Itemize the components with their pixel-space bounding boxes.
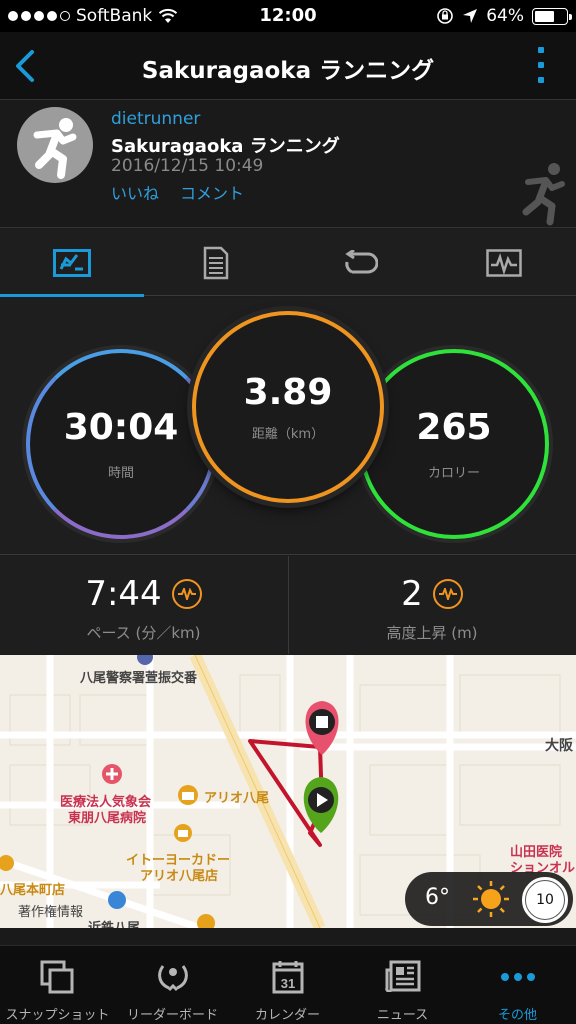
status-bar-right: 64% bbox=[436, 6, 572, 26]
running-activity-icon bbox=[522, 163, 565, 226]
status-bar: SoftBank 12:00 64% bbox=[0, 0, 576, 32]
nav-label-leaderboard: リーダーボード bbox=[126, 1008, 218, 1023]
map-label-police: 八尾警察署萱振交番 bbox=[80, 671, 198, 686]
distance-label: 距離（km） bbox=[251, 427, 325, 442]
elevation-value: 2 bbox=[401, 574, 423, 614]
comment-link[interactable]: コメント bbox=[180, 180, 244, 204]
document-icon bbox=[203, 246, 229, 279]
temperature: 6° bbox=[425, 885, 450, 910]
tab-laps[interactable] bbox=[288, 229, 432, 296]
map-label-hospital2: 東朋八尾病院 bbox=[68, 811, 147, 826]
start-pin bbox=[303, 777, 339, 833]
clock-hour: 10 bbox=[525, 880, 565, 920]
pace-value: 7:44 bbox=[85, 574, 162, 614]
elevation-stat: 2 高度上昇 (m) bbox=[288, 556, 575, 654]
laps-icon bbox=[345, 249, 378, 273]
activity-tabs bbox=[0, 229, 576, 297]
navigation-bar: Sakuragaoka ランニング bbox=[0, 32, 576, 100]
weather-widget[interactable]: 6° 10 bbox=[405, 872, 573, 926]
calendar-icon: 31 bbox=[272, 961, 303, 994]
nav-item-snapshot[interactable]: スナップショット bbox=[0, 946, 115, 1024]
calendar-day: 31 bbox=[280, 976, 294, 991]
nav-item-leaderboard[interactable]: リーダーボード bbox=[115, 946, 230, 1024]
tab-details[interactable] bbox=[144, 229, 288, 296]
map-copyright-link[interactable]: 著作権情報 bbox=[18, 901, 83, 920]
nav-item-more[interactable]: その他 bbox=[460, 946, 575, 1024]
calories-value: 265 bbox=[416, 407, 492, 448]
stats-row: 7:44 ペース (分／km) 2 高度上昇 (m) bbox=[0, 556, 576, 654]
location-arrow-icon bbox=[463, 9, 478, 23]
activity-date: 2016/12/15 10:49 bbox=[111, 156, 264, 176]
leaderboard-icon bbox=[157, 965, 188, 992]
chart-icon bbox=[486, 248, 522, 277]
map-label-kintetsu: 近鉄八尾 bbox=[88, 917, 140, 928]
nav-item-calendar[interactable]: 31 カレンダー bbox=[230, 946, 345, 1024]
divider bbox=[0, 928, 576, 945]
pace-stat: 7:44 ペース (分／km) bbox=[0, 556, 287, 654]
news-icon bbox=[384, 960, 420, 992]
battery-icon bbox=[532, 7, 572, 25]
time-label: 時間 bbox=[107, 466, 134, 481]
tab-charts[interactable] bbox=[432, 229, 576, 296]
nav-label-more: その他 bbox=[497, 1008, 537, 1023]
calories-circle: 265 カロリー bbox=[359, 349, 549, 539]
map-label-yao-store: 八尾本町店 bbox=[0, 883, 66, 898]
bottom-navigation: スナップショット リーダーボード 31 カレンダー ニュース その他 bbox=[0, 945, 576, 1024]
nav-label-news: ニュース bbox=[376, 1008, 429, 1023]
map-label-itoyokado2: アリオ八尾店 bbox=[140, 869, 219, 884]
like-link[interactable]: いいね bbox=[111, 180, 159, 204]
distance-value: 3.89 bbox=[243, 372, 333, 413]
elevation-label: 高度上昇 (m) bbox=[386, 624, 478, 642]
rotation-lock-icon bbox=[437, 8, 454, 24]
time-circle: 30:04 時間 bbox=[26, 349, 216, 539]
distance-circle: 3.89 距離（km） bbox=[192, 311, 384, 503]
pulse-icon bbox=[171, 579, 202, 609]
tab-overview[interactable] bbox=[0, 229, 144, 297]
pulse-icon bbox=[432, 579, 463, 609]
nav-label-snapshot: スナップショット bbox=[5, 1008, 110, 1023]
runner-avatar-icon bbox=[33, 118, 77, 179]
more-options-icon[interactable] bbox=[538, 47, 546, 83]
activity-name: Sakuragaoka ランニング bbox=[111, 136, 340, 157]
overview-icon bbox=[53, 248, 91, 277]
page-title: Sakuragaoka ランニング bbox=[141, 58, 435, 84]
sun-icon bbox=[473, 881, 509, 917]
nav-item-news[interactable]: ニュース bbox=[345, 946, 460, 1024]
battery-percent: 64% bbox=[486, 6, 524, 26]
avatar[interactable] bbox=[17, 107, 93, 183]
more-icon bbox=[500, 973, 535, 981]
map-label-ario: アリオ八尾 bbox=[204, 791, 270, 806]
time-clock-icon: 10 bbox=[522, 877, 568, 923]
time-value: 30:04 bbox=[63, 407, 179, 448]
nav-label-calendar: カレンダー bbox=[254, 1008, 320, 1023]
pace-label: ペース (分／km) bbox=[86, 624, 201, 642]
user-name-link[interactable]: dietrunner bbox=[111, 109, 200, 129]
activity-header: dietrunner Sakuragaoka ランニング 2016/12/15 … bbox=[0, 100, 576, 228]
calories-label: カロリー bbox=[427, 466, 480, 481]
map-label-osaka: 大阪 bbox=[545, 738, 573, 754]
summary-circles: 30:04 時間 265 カロリー 3.89 距離（km） bbox=[0, 297, 576, 555]
snapshot-icon bbox=[40, 960, 73, 994]
